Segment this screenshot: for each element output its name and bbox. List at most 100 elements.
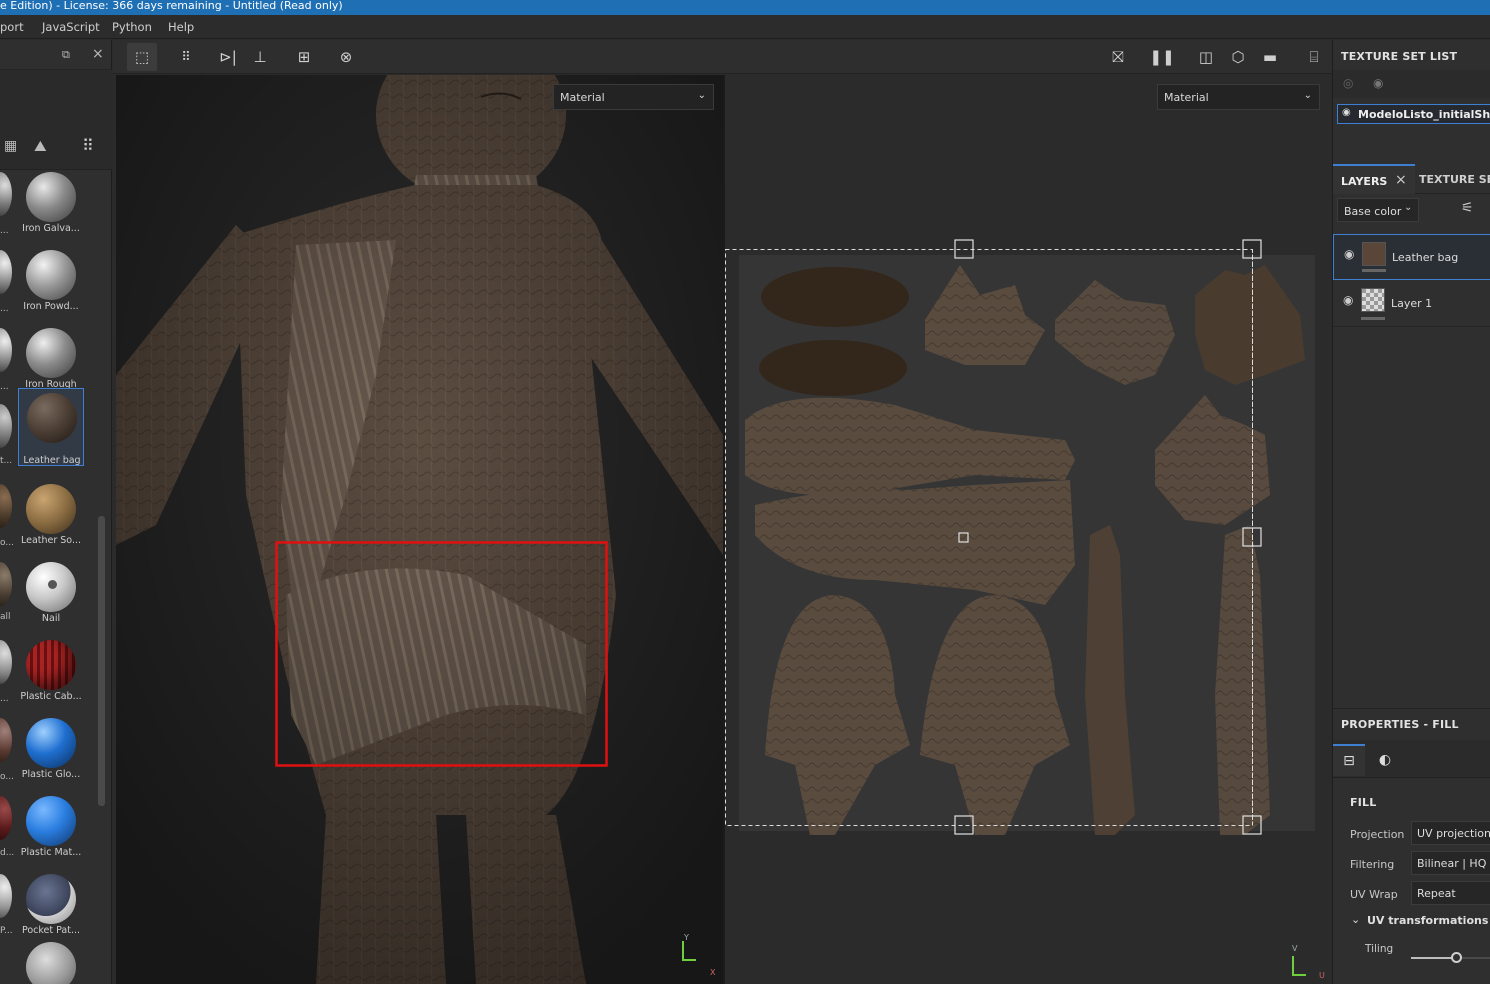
selection-mode-icon[interactable]: ⬚ [127, 43, 157, 71]
title-bar: e Edition) - License: 366 days remaining… [0, 0, 1490, 15]
add-icon[interactable]: ⊞ [289, 43, 319, 71]
menu-python[interactable]: Python [112, 20, 152, 34]
menu-export[interactable]: port [0, 20, 24, 34]
menu-help[interactable]: Help [168, 20, 194, 34]
chevron-down-icon[interactable]: ⌄ [1351, 913, 1360, 926]
shelf-scrollbar[interactable] [98, 516, 105, 806]
material-plastic-cable[interactable]: Plastic Cab... [18, 638, 84, 714]
fill-settings-icon[interactable]: ⊟ [1333, 744, 1365, 776]
material-iron-galva[interactable]: Iron Galva... [18, 170, 84, 246]
layer-mask-bar [1362, 269, 1386, 272]
close-icon[interactable]: × [1395, 172, 1407, 188]
texture-set-toolbar: ◎ ◉ [1333, 70, 1490, 98]
axis-x-label: X [710, 968, 716, 977]
texture-set-list-title: TEXTURE SET LIST [1341, 50, 1458, 63]
tab-texture-set[interactable]: TEXTURE SET [1419, 164, 1490, 194]
material-sphere-icon[interactable]: ◐ [1369, 744, 1401, 776]
material-nail[interactable]: Nail [18, 560, 84, 636]
material-iron-powder[interactable]: Iron Powd... [18, 248, 84, 324]
material-partial[interactable] [0, 404, 12, 448]
material-partial-label: o... [0, 538, 14, 548]
viewport-3d[interactable]: Material ⌄ Y X [116, 75, 723, 984]
viewport-2d[interactable]: Material ⌄ V U [725, 75, 1332, 984]
fill-section-title: FILL [1350, 796, 1377, 809]
pause-icon[interactable]: ❚❚ [1147, 43, 1177, 71]
axis-u-label: U [1319, 971, 1325, 980]
material-partial-label: o... [0, 772, 14, 782]
material-partial-label: ... [0, 304, 9, 314]
eye-icon[interactable]: ◉ [1343, 293, 1353, 307]
material-preview [26, 484, 76, 534]
tiling-slider-handle[interactable] [1451, 952, 1462, 963]
cube-view-icon[interactable]: ⬡ [1223, 43, 1253, 71]
material-partial-label: t... [0, 456, 13, 466]
tab-layers[interactable]: LAYERS × [1333, 164, 1415, 194]
camera-video-icon[interactable]: ▬ [1255, 43, 1285, 71]
eye-icon[interactable]: ◉ [1342, 107, 1351, 118]
menu-javascript[interactable]: JavaScript [42, 20, 100, 34]
eye-icon[interactable]: ◉ [1344, 247, 1354, 261]
uv-transformations-header[interactable]: UV transformations [1367, 914, 1488, 927]
image-icon[interactable]: ⛰ [34, 137, 47, 155]
material-preview [26, 718, 76, 768]
screenshot-icon[interactable]: ⌸ [1299, 43, 1329, 71]
viewport-2d-channel-dropdown[interactable]: Material ⌄ [1157, 84, 1320, 110]
texture-set-item[interactable]: ◉ ModeloListo_initialShad [1337, 104, 1490, 124]
layer-mask-bar [1361, 317, 1385, 320]
material-pocket-pattern[interactable]: Pocket Pat... [18, 872, 84, 948]
shelf-header: ⧉ × [0, 40, 112, 70]
material-partial[interactable] [0, 796, 12, 840]
character-3d-view [116, 75, 723, 984]
filtering-dropdown[interactable]: Bilinear | HQ [1411, 851, 1490, 875]
material-preview [27, 393, 77, 443]
material-partial[interactable] [0, 328, 12, 372]
hide-icon[interactable]: ◎ [1343, 76, 1353, 90]
material-label: Plastic Glo... [21, 769, 81, 780]
mirror-x-icon[interactable]: ⊳| [213, 43, 243, 71]
material-label: Iron Galva... [22, 223, 80, 234]
tab-layers-label: LAYERS [1341, 175, 1388, 188]
mirror-y-icon[interactable]: ⊥ [245, 43, 275, 71]
grid-view-icon[interactable]: ⠿ [82, 136, 94, 155]
material-partial[interactable] [0, 718, 12, 762]
layer-row-leather-bag[interactable]: ◉ Leather bag [1333, 234, 1490, 280]
axis-gizmo-3d [682, 941, 696, 961]
material-next[interactable] [18, 940, 84, 984]
grid-icon[interactable]: ⠿ [171, 43, 201, 71]
material-partial[interactable] [0, 640, 12, 684]
channel-dropdown[interactable]: Base color ⌄ [1337, 198, 1419, 222]
tiling-slider-track[interactable] [1411, 952, 1490, 963]
uv-wrap-dropdown[interactable]: Repeat [1411, 881, 1490, 905]
projection-dropdown[interactable]: UV projection [1411, 821, 1490, 845]
tab-texture-set-label: TEXTURE SET [1419, 173, 1490, 186]
hide-icon[interactable]: ⛝ [1103, 43, 1133, 71]
material-leather-sole[interactable]: Leather So... [18, 482, 84, 558]
material-leather-bag[interactable]: Leather bag [18, 388, 84, 466]
axis-gizmo-2d [1292, 956, 1306, 976]
material-label: Plastic Mat... [20, 847, 82, 858]
material-partial[interactable] [0, 874, 12, 918]
layer-row-layer-1[interactable]: ◉ Layer 1 [1333, 281, 1490, 327]
material-plastic-matte[interactable]: Plastic Mat... [18, 794, 84, 870]
magic-wand-icon[interactable]: ⚟ [1461, 200, 1474, 216]
float-icon[interactable]: ⧉ [62, 48, 70, 62]
material-partial[interactable] [0, 250, 12, 294]
material-plastic-glossy[interactable]: Plastic Glo... [18, 716, 84, 792]
filter-icon[interactable]: ▦ [4, 138, 17, 154]
close-icon[interactable]: × [92, 46, 104, 62]
material-partial[interactable] [0, 172, 12, 216]
split-view-icon[interactable]: ◫ [1191, 43, 1221, 71]
axis-y-label: Y [684, 933, 689, 942]
chevron-down-icon: ⌄ [697, 90, 706, 101]
reset-view-icon[interactable]: ⊗ [331, 43, 361, 71]
material-partial-label: ... [0, 694, 9, 704]
filtering-label: Filtering [1350, 858, 1395, 871]
material-partial[interactable] [0, 484, 12, 528]
right-panel: TEXTURE SET LIST ◎ ◉ ◉ ModeloListo_initi… [1332, 40, 1490, 984]
material-partial[interactable] [0, 562, 12, 606]
layer-name: Layer 1 [1391, 297, 1433, 310]
layer-thumbnail [1361, 288, 1385, 312]
eye-icon[interactable]: ◉ [1373, 76, 1383, 90]
viewport-3d-channel-dropdown[interactable]: Material ⌄ [553, 84, 714, 110]
window-title: e Edition) - License: 366 days remaining… [0, 0, 343, 12]
